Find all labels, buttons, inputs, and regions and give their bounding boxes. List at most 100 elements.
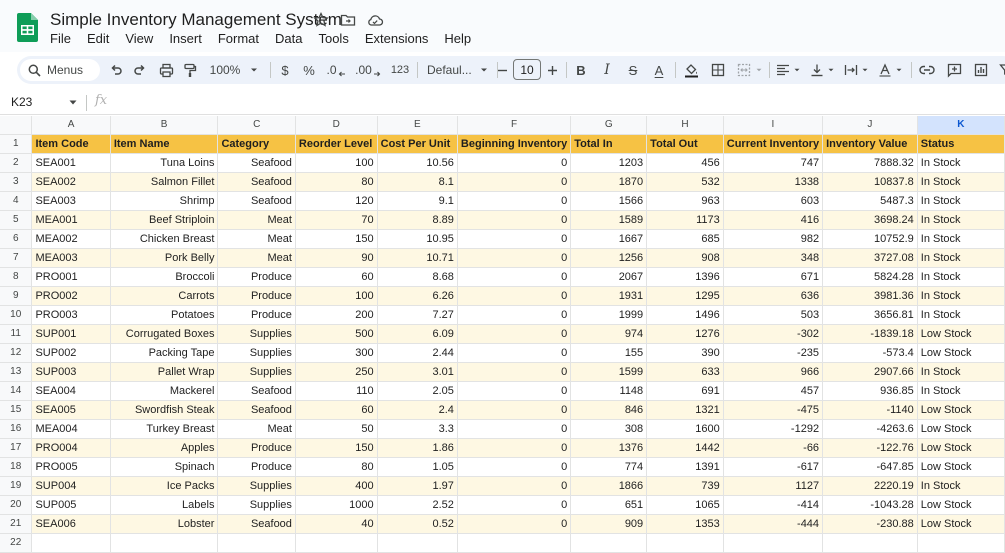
cell[interactable]: 456 <box>646 153 724 174</box>
menu-help[interactable]: Help <box>436 30 479 47</box>
cell[interactable]: 1600 <box>646 419 724 440</box>
cell[interactable]: 1173 <box>646 210 724 231</box>
cell[interactable]: SEA004 <box>31 381 111 402</box>
cell[interactable]: 150 <box>295 438 378 459</box>
cell[interactable]: 1127 <box>723 476 824 497</box>
cell[interactable]: 0 <box>457 267 572 288</box>
cell[interactable]: 150 <box>295 229 378 250</box>
cell[interactable]: 908 <box>646 248 724 269</box>
header-cell[interactable]: Item Code <box>31 134 111 155</box>
menu-insert[interactable]: Insert <box>161 30 210 47</box>
row-header[interactable]: 3 <box>0 172 33 193</box>
move-folder-icon[interactable] <box>339 11 357 29</box>
cell[interactable]: 603 <box>723 191 824 212</box>
cell[interactable]: 0 <box>457 438 572 459</box>
cell[interactable]: 110 <box>295 381 378 402</box>
header-cell[interactable]: Inventory Value <box>822 134 918 155</box>
cell[interactable] <box>217 533 296 553</box>
cell[interactable]: 1203 <box>570 153 648 174</box>
header-cell[interactable]: Item Name <box>110 134 219 155</box>
cell[interactable]: -1043.28 <box>822 495 918 516</box>
cell[interactable]: 503 <box>723 305 824 326</box>
cell[interactable]: In Stock <box>917 286 1005 307</box>
header-cell[interactable]: Beginning Inventory <box>457 134 572 155</box>
cell[interactable]: 10.71 <box>377 248 458 269</box>
text-rotation-button[interactable] <box>875 56 907 84</box>
row-header[interactable]: 2 <box>0 153 33 174</box>
cell[interactable]: Seafood <box>217 400 296 421</box>
cell[interactable]: Tuna Loins <box>110 153 219 174</box>
cell[interactable]: PRO001 <box>31 267 111 288</box>
row-header[interactable]: 11 <box>0 324 33 345</box>
cell[interactable]: Supplies <box>217 495 296 516</box>
cell[interactable]: Turkey Breast <box>110 419 219 440</box>
column-header-b[interactable]: B <box>110 116 219 136</box>
cell[interactable]: 7888.32 <box>822 153 918 174</box>
cell[interactable]: 1667 <box>570 229 648 250</box>
cell[interactable]: 691 <box>646 381 724 402</box>
header-cell[interactable]: Cost Per Unit <box>377 134 458 155</box>
cell[interactable]: 0 <box>457 419 572 440</box>
cell[interactable]: Low Stock <box>917 457 1005 478</box>
cell[interactable]: 390 <box>646 343 724 364</box>
header-cell[interactable]: Status <box>917 134 1005 155</box>
spreadsheet-grid[interactable]: ABCDEFGHIJK 1 Item Code Item Name Category R… <box>0 116 1005 553</box>
font-size-input[interactable]: 10 <box>513 59 541 80</box>
cell[interactable]: 6.09 <box>377 324 458 345</box>
cell[interactable]: -617 <box>723 457 824 478</box>
cell[interactable]: 9.1 <box>377 191 458 212</box>
cell[interactable]: 1276 <box>646 324 724 345</box>
create-filter-button[interactable] <box>995 56 1005 84</box>
cell[interactable]: 3.01 <box>377 362 458 383</box>
strikethrough-button[interactable]: S <box>623 56 643 84</box>
cell[interactable]: Produce <box>217 305 296 326</box>
cell[interactable]: 1065 <box>646 495 724 516</box>
cell[interactable]: SUP001 <box>31 324 111 345</box>
paint-format-button[interactable] <box>179 56 201 84</box>
cell[interactable]: -1292 <box>723 419 824 440</box>
cell[interactable]: 2.05 <box>377 381 458 402</box>
cell[interactable]: 1566 <box>570 191 648 212</box>
cell[interactable]: Lobster <box>110 514 219 535</box>
cell[interactable]: -647.85 <box>822 457 918 478</box>
cell[interactable]: 1442 <box>646 438 724 459</box>
cell[interactable]: 739 <box>646 476 724 497</box>
cell[interactable]: 308 <box>570 419 648 440</box>
cell[interactable]: In Stock <box>917 172 1005 193</box>
cell[interactable]: Seafood <box>217 153 296 174</box>
cell[interactable]: 80 <box>295 457 378 478</box>
cell[interactable]: Salmon Fillet <box>110 172 219 193</box>
increase-decimal-button[interactable]: .00 <box>353 56 383 84</box>
cell[interactable]: 0 <box>457 286 572 307</box>
cell[interactable]: 7.27 <box>377 305 458 326</box>
cell[interactable]: 120 <box>295 191 378 212</box>
cell[interactable]: 671 <box>723 267 824 288</box>
cell[interactable]: Supplies <box>217 476 296 497</box>
cell[interactable]: -235 <box>723 343 824 364</box>
cell[interactable]: SUP002 <box>31 343 111 364</box>
cell[interactable]: 10752.9 <box>822 229 918 250</box>
cell[interactable]: -230.88 <box>822 514 918 535</box>
document-title[interactable]: Simple Inventory Management System <box>50 10 342 30</box>
select-all-corner[interactable] <box>0 116 33 136</box>
column-header-h[interactable]: H <box>646 116 724 136</box>
column-header-c[interactable]: C <box>217 116 296 136</box>
cell[interactable]: 155 <box>570 343 648 364</box>
header-cell[interactable]: Category <box>217 134 296 155</box>
cell[interactable]: Low Stock <box>917 495 1005 516</box>
cell[interactable]: 60 <box>295 267 378 288</box>
cell[interactable]: In Stock <box>917 191 1005 212</box>
cell[interactable]: 1256 <box>570 248 648 269</box>
cell[interactable]: Seafood <box>217 172 296 193</box>
cell[interactable]: 3656.81 <box>822 305 918 326</box>
cell[interactable]: Produce <box>217 438 296 459</box>
cell[interactable]: Meat <box>217 210 296 231</box>
menu-format[interactable]: Format <box>210 30 267 47</box>
row-header[interactable]: 22 <box>0 533 33 553</box>
cell[interactable]: Chicken Breast <box>110 229 219 250</box>
cell[interactable]: Meat <box>217 229 296 250</box>
cell[interactable]: 2.52 <box>377 495 458 516</box>
menu-edit[interactable]: Edit <box>79 30 117 47</box>
column-header-a[interactable]: A <box>31 116 111 136</box>
cell[interactable]: 0 <box>457 381 572 402</box>
